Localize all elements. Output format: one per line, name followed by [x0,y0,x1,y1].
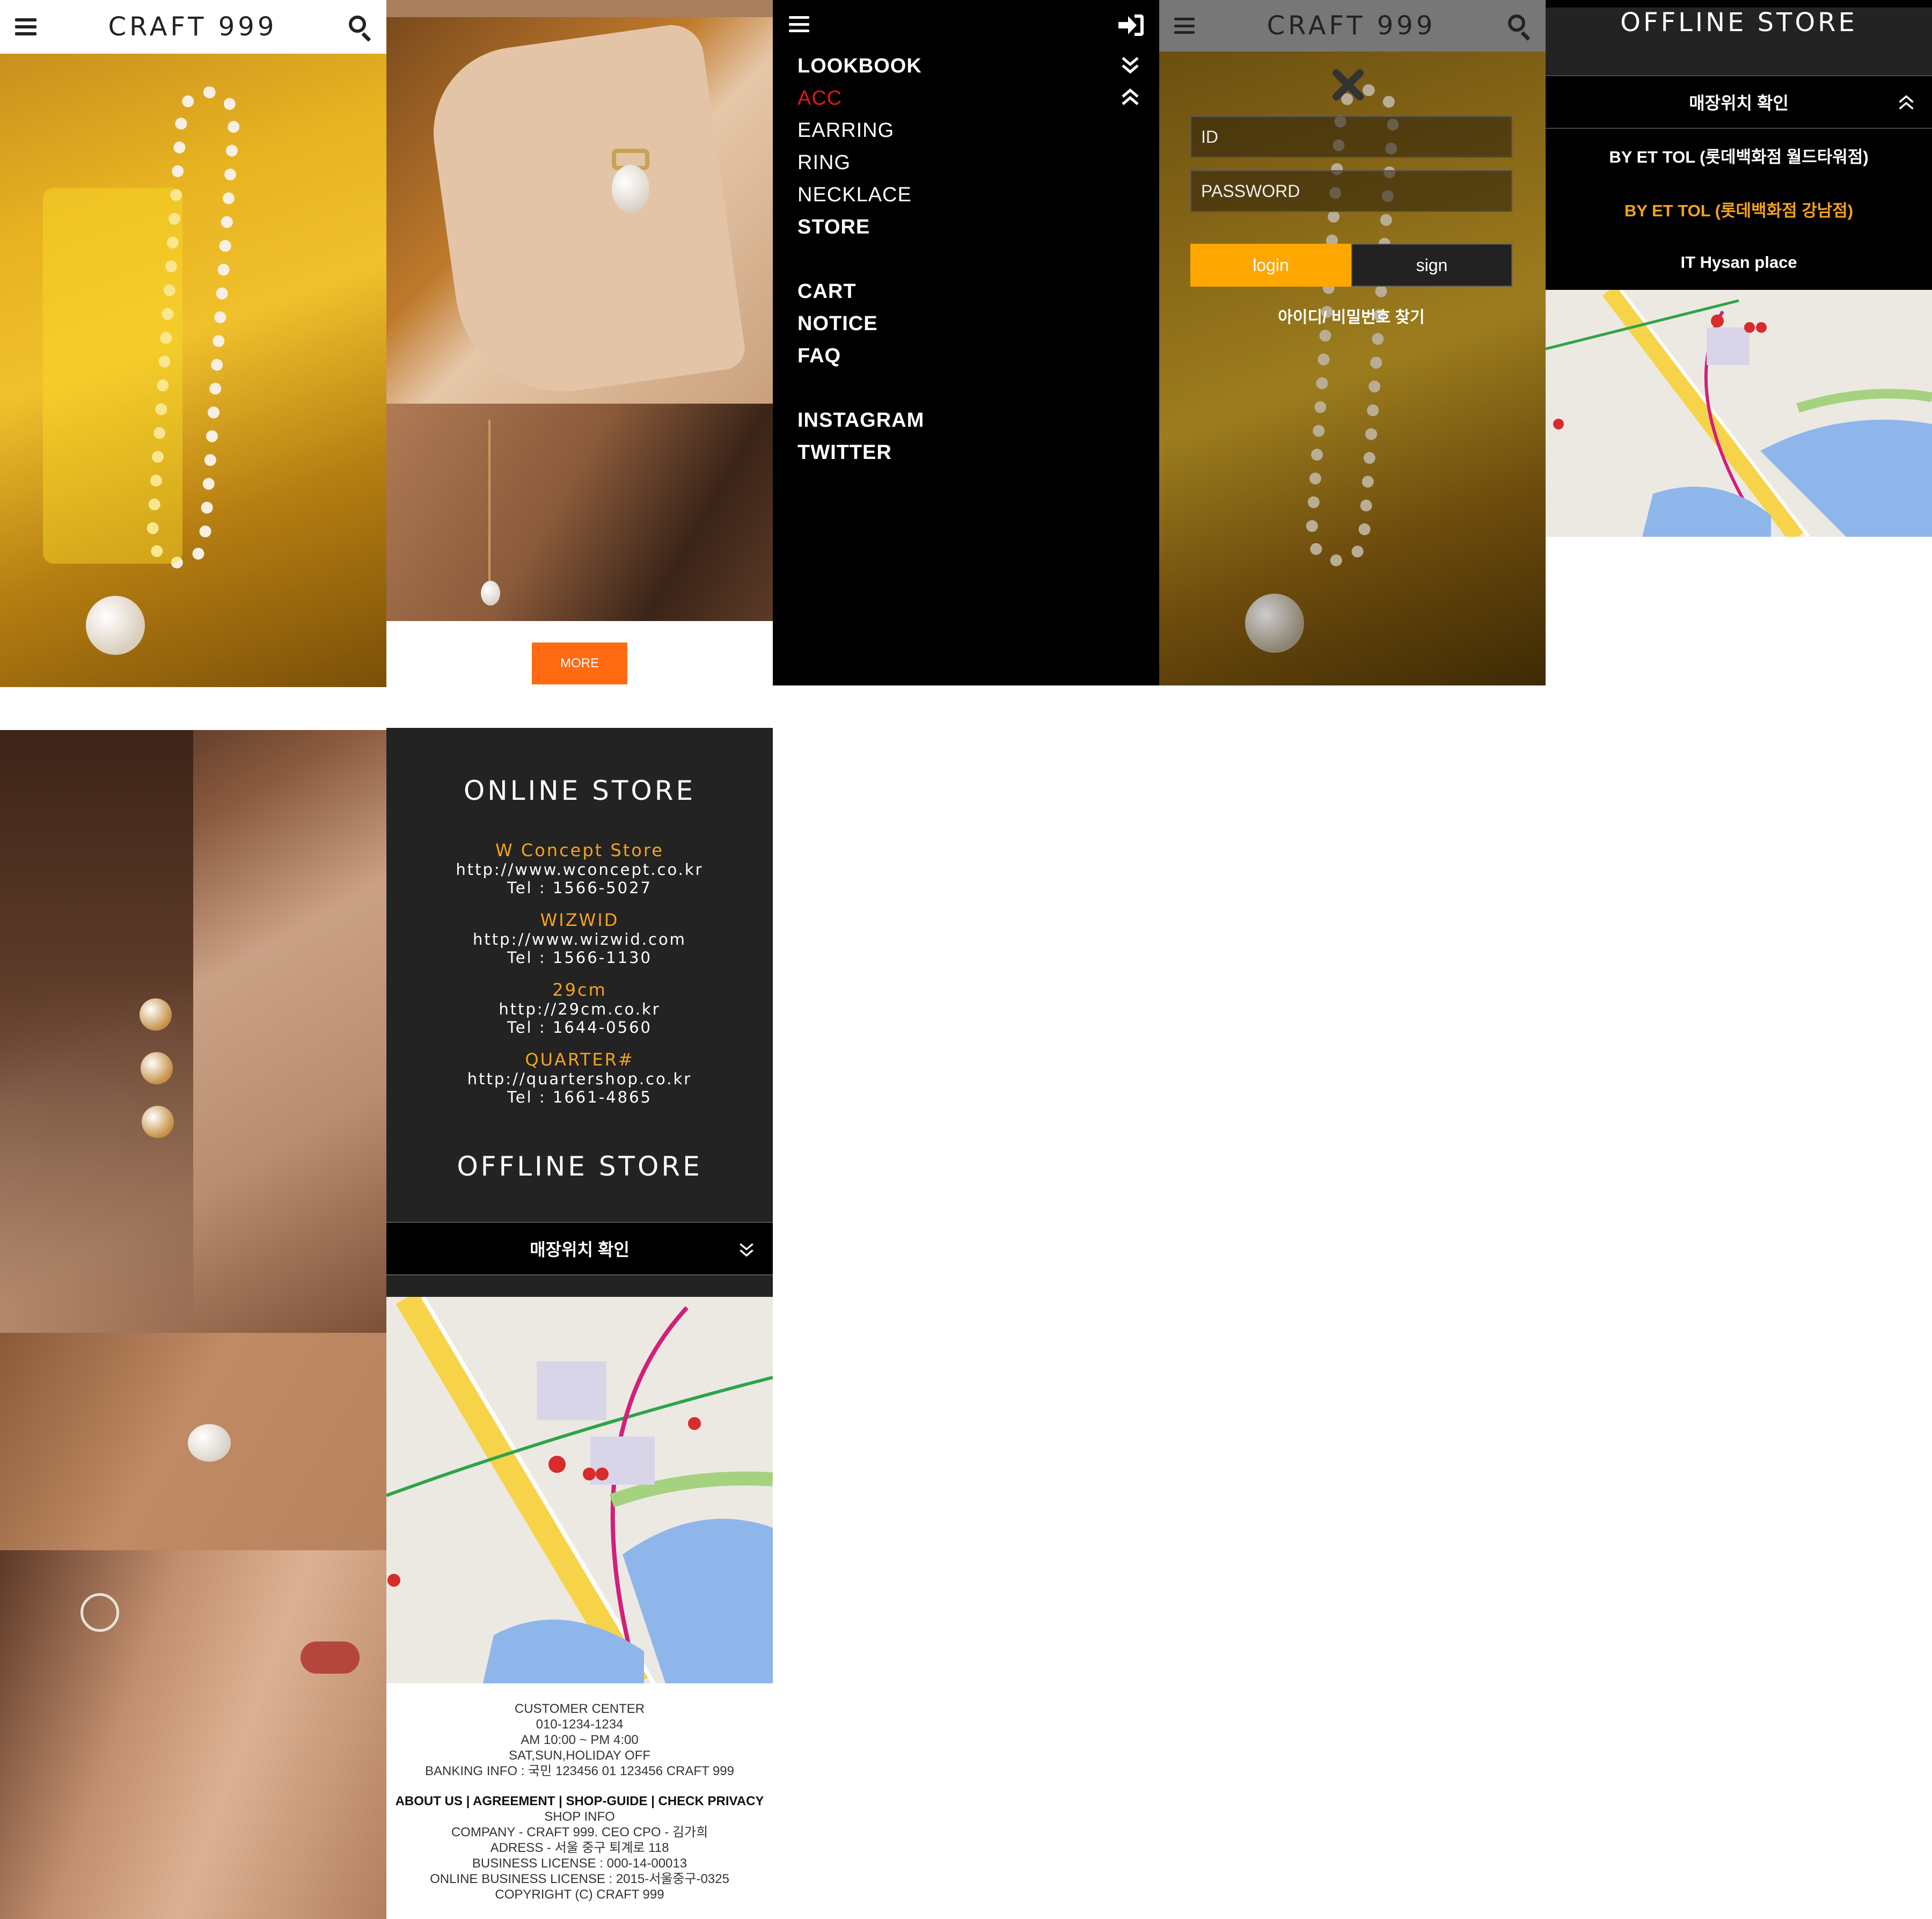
store-tel: Tel : 1566-1130 [507,948,652,967]
store-item-gangnam[interactable]: BY ET TOL (롯데백화점 강남점) [1546,187,1932,231]
login-button[interactable]: login [1190,244,1351,287]
store-map[interactable] [1546,290,1932,537]
business-license: BUSINESS LICENSE : 000-14-00013 [472,1856,687,1871]
copyright: COPYRIGHT (C) CRAFT 999 [495,1887,664,1902]
hamburger-icon[interactable] [789,16,809,32]
store-item-worldtower[interactable]: BY ET TOL (롯데백화점 월드타워점) [1546,133,1932,177]
earring-neck-photo[interactable] [0,730,386,1333]
hoop-earring-photo[interactable] [0,1550,386,1919]
login-screen: CRAFT 999 ID PASSWORD login sign 아이디/ 비밀… [1159,0,1546,685]
offline-store-title: OFFLINE STORE [1546,8,1932,75]
store-map[interactable] [386,1297,773,1683]
menu-item-faq[interactable]: FAQ [797,345,841,368]
home-screen: CRAFT 999 [0,0,386,687]
online-store-wconcept: W Concept Store http://www.wconcept.co.k… [386,840,773,897]
menu-item-notice[interactable]: NOTICE [797,312,878,335]
online-store-quarter: QUARTER# http://quartershop.co.kr Tel : … [386,1049,773,1106]
id-input[interactable]: ID [1190,116,1512,158]
ring-hand-photo[interactable] [386,17,773,404]
top-header: CRAFT 999 [0,0,386,54]
brand-logo[interactable]: CRAFT 999 [108,12,277,42]
lookbook-top-strip [386,0,773,17]
hamburger-icon[interactable] [15,18,36,35]
chevron-down-icon[interactable] [738,1242,755,1258]
menu-item-store[interactable]: STORE [797,216,870,239]
chevron-up-icon[interactable] [1898,94,1915,112]
store-location-toggle-label: 매장위치 확인 [1689,93,1789,113]
brand-logo[interactable]: CRAFT 999 [1267,11,1436,41]
menu-item-cart[interactable]: CART [797,280,857,303]
menu-item-necklace[interactable]: NECKLACE [797,184,912,207]
store-name: W Concept Store [495,840,664,860]
password-input[interactable]: PASSWORD [1190,170,1512,212]
customer-center: CUSTOMER CENTER 010-1234-1234 AM 10:00 ~… [386,1701,773,1779]
online-store-wizwid: WIZWID http://www.wizwid.com Tel : 1566-… [386,910,773,967]
store-name: WIZWID [540,910,619,930]
store-url-link[interactable]: http://www.wizwid.com [386,930,773,948]
more-button[interactable]: MORE [532,643,627,684]
menu-item-earring[interactable]: EARRING [797,119,894,142]
store-tel: Tel : 1566-5027 [507,879,652,897]
menu-item-instagram[interactable]: INSTAGRAM [797,409,924,432]
offline-store-title: OFFLINE STORE [457,1151,702,1182]
store-tel: Tel : 1661-4865 [507,1088,652,1106]
chevron-up-icon[interactable] [1121,88,1140,107]
store-location-toggle[interactable]: 매장위치 확인 [1546,75,1932,129]
sign-button[interactable]: sign [1351,244,1512,287]
lookbook-screen-2 [0,730,386,1919]
close-icon[interactable] [1332,69,1364,101]
pearl-bracelet-photo[interactable] [0,1333,386,1550]
menu-item-ring[interactable]: RING [797,151,851,174]
store-url-link[interactable]: http://29cm.co.kr [386,1000,773,1018]
menu-item-acc[interactable]: ACC [797,87,842,110]
menu-item-lookbook[interactable]: LOOKBOOK [797,55,922,78]
store-name: QUARTER# [525,1049,634,1070]
online-store-title: ONLINE STORE [463,775,696,806]
customer-hours: AM 10:00 ~ PM 4:00 [521,1733,639,1747]
pearl-necklace-photo [0,54,386,687]
customer-holiday: SAT,SUN,HOLIDAY OFF [508,1748,651,1763]
earring-hair-photo[interactable] [386,404,773,621]
store-tel: Tel : 1644-0560 [507,1018,652,1037]
store-location-toggle-label: 매장위치 확인 [530,1240,630,1259]
search-icon[interactable] [1508,14,1531,41]
store-item-hysan[interactable]: IT Hysan place [1546,240,1932,284]
lookbook-screen: MORE [386,0,773,687]
store-info-screen: ONLINE STORE W Concept Store http://www.… [386,728,773,1919]
chevron-down-icon[interactable] [1121,56,1140,75]
store-url-link[interactable]: http://quartershop.co.kr [386,1070,773,1088]
banking-info: BANKING INFO : 국민 123456 01 123456 CRAFT… [425,1764,734,1778]
top-header-dimmed: CRAFT 999 [1159,0,1546,52]
online-business-license: ONLINE BUSINESS LICENSE : 2015-서울중구-0325 [430,1872,729,1886]
offline-store-screen: OFFLINE STORE 매장위치 확인 BY ET TOL (롯데백화점 월… [1546,0,1932,537]
company-info: COMPANY - CRAFT 999. CEO CPO - 김가희 [451,1825,708,1840]
customer-center-title: CUSTOMER CENTER [514,1702,645,1716]
online-store-29cm: 29cm http://29cm.co.kr Tel : 1644-0560 [386,980,773,1037]
shop-info: SHOP INFO COMPANY - CRAFT 999. CEO CPO -… [386,1809,773,1902]
store-name: 29cm [552,980,607,1000]
customer-phone[interactable]: 010-1234-1234 [386,1717,773,1732]
side-menu-screen: LOOKBOOK ACC EARRING RING NECKLACE STORE… [773,0,1159,685]
shop-info-title: SHOP INFO [544,1809,615,1824]
address-info: ADRESS - 서울 중구 퇴계로 118 [490,1841,669,1855]
hamburger-icon[interactable] [1174,18,1195,34]
sign-in-icon[interactable] [1117,13,1145,38]
search-icon[interactable] [349,16,371,42]
store-location-toggle[interactable]: 매장위치 확인 [386,1222,773,1275]
find-id-password-link[interactable]: 아이디/ 비밀번호 찾기 [1190,294,1512,337]
store-url-link[interactable]: http://www.wconcept.co.kr [386,860,773,879]
footer-links[interactable]: ABOUT US | AGREEMENT | SHOP-GUIDE | CHEC… [386,1793,773,1809]
menu-item-twitter[interactable]: TWITTER [797,441,892,464]
